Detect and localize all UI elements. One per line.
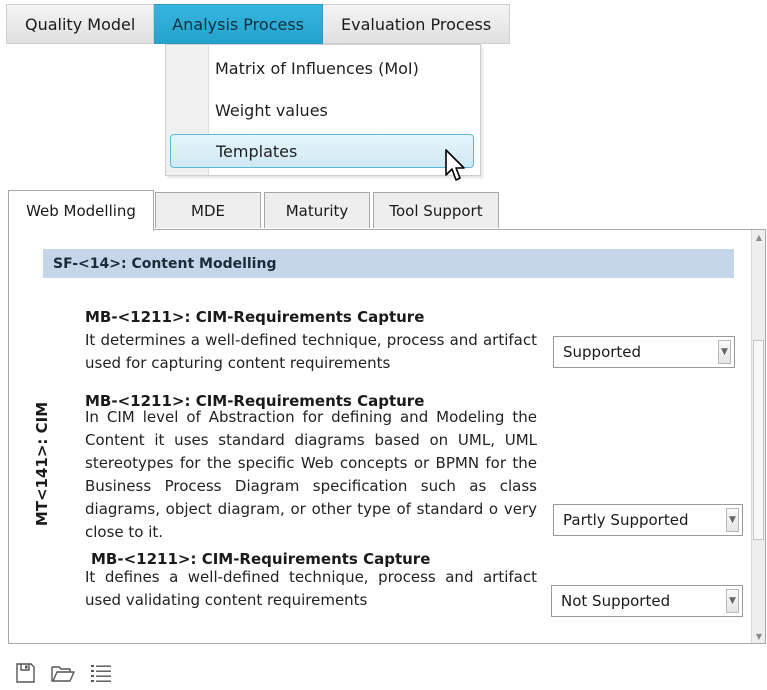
dropdown-item-templates[interactable]: Templates [170, 134, 474, 168]
tab-web-modelling[interactable]: Web Modelling [8, 190, 154, 231]
open-folder-icon[interactable] [50, 662, 76, 684]
support-select-value: Partly Supported [563, 511, 689, 529]
scroll-up-icon[interactable]: ▲ [752, 230, 766, 244]
menu-bar: Quality Model Analysis Process Evaluatio… [6, 4, 511, 44]
support-select[interactable]: Partly Supported ▼ [553, 504, 743, 536]
tab-maturity[interactable]: Maturity [264, 192, 370, 228]
support-select[interactable]: Not Supported ▼ [551, 585, 743, 617]
menu-evaluation-process[interactable]: Evaluation Process [323, 4, 511, 44]
list-icon[interactable] [88, 662, 114, 684]
menu-analysis-process[interactable]: Analysis Process [154, 4, 323, 44]
entry-title: MB-<1211>: CIM-Requirements Capture [85, 308, 425, 326]
tab-content-panel: SF-<14>: Content Modelling MT<141>: CIM … [8, 229, 766, 644]
vertical-scrollbar[interactable]: ▲ ▼ [751, 230, 765, 643]
support-select[interactable]: Supported ▼ [553, 336, 735, 368]
bottom-toolbar [12, 662, 114, 684]
dropdown-item-matrix-of-influences[interactable]: Matrix of Influences (MoI) [215, 59, 419, 78]
dropdown-item-weight-values[interactable]: Weight values [215, 101, 328, 120]
chevron-down-icon[interactable]: ▼ [726, 589, 739, 613]
tab-tool-support[interactable]: Tool Support [373, 192, 499, 228]
scroll-thumb[interactable] [753, 340, 764, 540]
support-select-value: Supported [563, 343, 642, 361]
scroll-down-icon[interactable]: ▼ [752, 629, 766, 643]
support-select-value: Not Supported [561, 592, 671, 610]
chevron-down-icon[interactable]: ▼ [726, 508, 739, 532]
section-header: SF-<14>: Content Modelling [43, 249, 734, 278]
chevron-down-icon[interactable]: ▼ [718, 340, 731, 364]
vertical-side-label: MT<141>: CIM [33, 401, 51, 527]
entry-description: It defines a well-defined technique, pro… [85, 568, 537, 609]
mouse-cursor-icon [445, 149, 465, 181]
tab-mde[interactable]: MDE [155, 192, 261, 228]
analysis-process-dropdown: Matrix of Influences (MoI) Weight values… [165, 44, 481, 176]
entry-description: It determines a well-defined technique, … [85, 331, 537, 372]
entry-description: In CIM level of Abstraction for defining… [85, 408, 537, 541]
save-icon[interactable] [12, 662, 38, 684]
menu-quality-model[interactable]: Quality Model [6, 4, 155, 44]
